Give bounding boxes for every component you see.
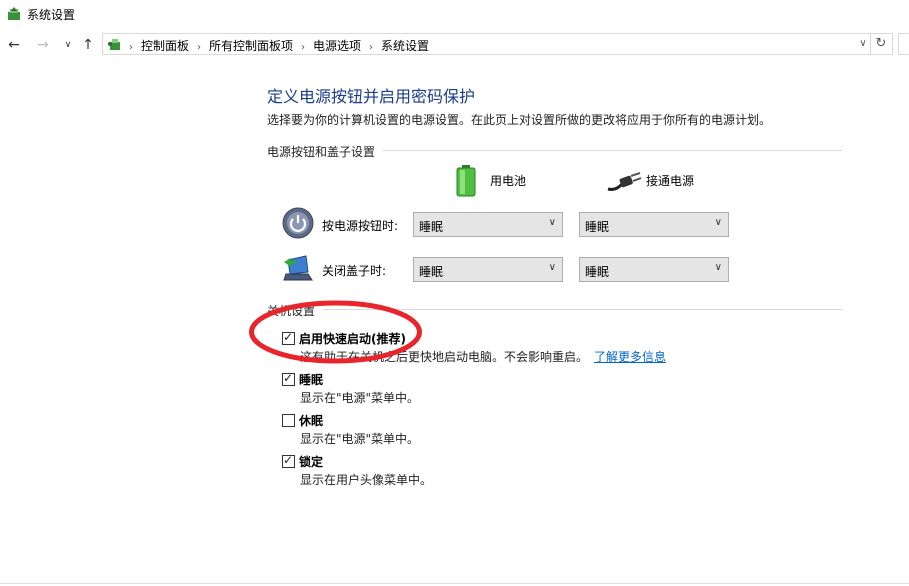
chevron-down-icon: ∨: [548, 262, 556, 273]
breadcrumb-system-settings[interactable]: 系统设置: [381, 39, 429, 53]
close-lid-label: 关闭盖子时:: [322, 264, 387, 278]
breadcrumb-control-panel[interactable]: 控制面板: [141, 39, 189, 53]
window-title: 系统设置: [27, 8, 76, 22]
breadcrumb: › 控制面板 › 所有控制面板项 › 电源选项 › 系统设置: [129, 39, 430, 53]
lock-checkbox[interactable]: ✓: [282, 453, 295, 468]
divider: [0, 583, 909, 584]
refresh-icon[interactable]: ↻: [870, 34, 891, 54]
lock-label: 锁定: [299, 455, 324, 469]
laptop-lid-icon: [283, 255, 313, 281]
annotation-ellipse: [249, 300, 422, 364]
search-box[interactable]: [898, 33, 909, 55]
chevron-down-icon[interactable]: ∨: [60, 37, 76, 53]
power-button-battery-select[interactable]: 睡眠 ∨: [413, 212, 563, 237]
title-bar: 系统设置: [0, 0, 909, 30]
sleep-description: 显示在"电源"菜单中。: [300, 391, 420, 405]
column-battery: 用电池: [490, 174, 527, 188]
hibernate-checkbox[interactable]: [282, 414, 295, 427]
breadcrumb-all-items[interactable]: 所有控制面板项: [209, 39, 293, 53]
sleep-checkbox[interactable]: ✓: [282, 371, 295, 386]
arrow-right-icon[interactable]: →: [35, 37, 51, 53]
close-lid-battery-select[interactable]: 睡眠 ∨: [413, 257, 563, 282]
hibernate-description: 显示在"电源"菜单中。: [300, 432, 420, 446]
power-button-plugged-select[interactable]: 睡眠 ∨: [579, 212, 729, 237]
power-options-icon: [8, 7, 20, 20]
arrow-up-icon[interactable]: ↑: [80, 37, 96, 53]
control-panel-icon: [108, 39, 120, 50]
arrow-left-icon[interactable]: ←: [6, 37, 22, 53]
chevron-down-icon: ∨: [714, 217, 722, 228]
address-dropdown-icon[interactable]: ∨: [856, 36, 870, 52]
power-plug-icon: [607, 172, 642, 191]
address-bar[interactable]: › 控制面板 › 所有控制面板项 › 电源选项 › 系统设置 ∨ ↻: [102, 33, 893, 55]
power-button-label: 按电源按钮时:: [322, 219, 399, 233]
lock-description: 显示在用户头像菜单中。: [300, 473, 433, 487]
chevron-down-icon: ∨: [714, 262, 722, 273]
hibernate-label: 休眠: [299, 414, 324, 428]
close-lid-plugged-select[interactable]: 睡眠 ∨: [579, 257, 729, 282]
power-button-icon: [282, 207, 314, 239]
breadcrumb-power-options[interactable]: 电源选项: [313, 39, 361, 53]
checkmark-icon: ✓: [283, 453, 294, 467]
column-plugged-in: 接通电源: [646, 174, 695, 188]
learn-more-link[interactable]: 了解更多信息: [594, 350, 666, 364]
section-heading-power: 电源按钮和盖子设置: [267, 143, 384, 160]
checkmark-icon: ✓: [283, 371, 294, 385]
chevron-down-icon: ∨: [548, 217, 556, 228]
battery-icon: [456, 165, 476, 197]
page-title: 定义电源按钮并启用密码保护: [267, 87, 476, 106]
page-description: 选择要为你的计算机设置的电源设置。在此页上对设置所做的更改将应用于你所有的电源计…: [267, 113, 772, 127]
sleep-label: 睡眠: [299, 373, 324, 387]
